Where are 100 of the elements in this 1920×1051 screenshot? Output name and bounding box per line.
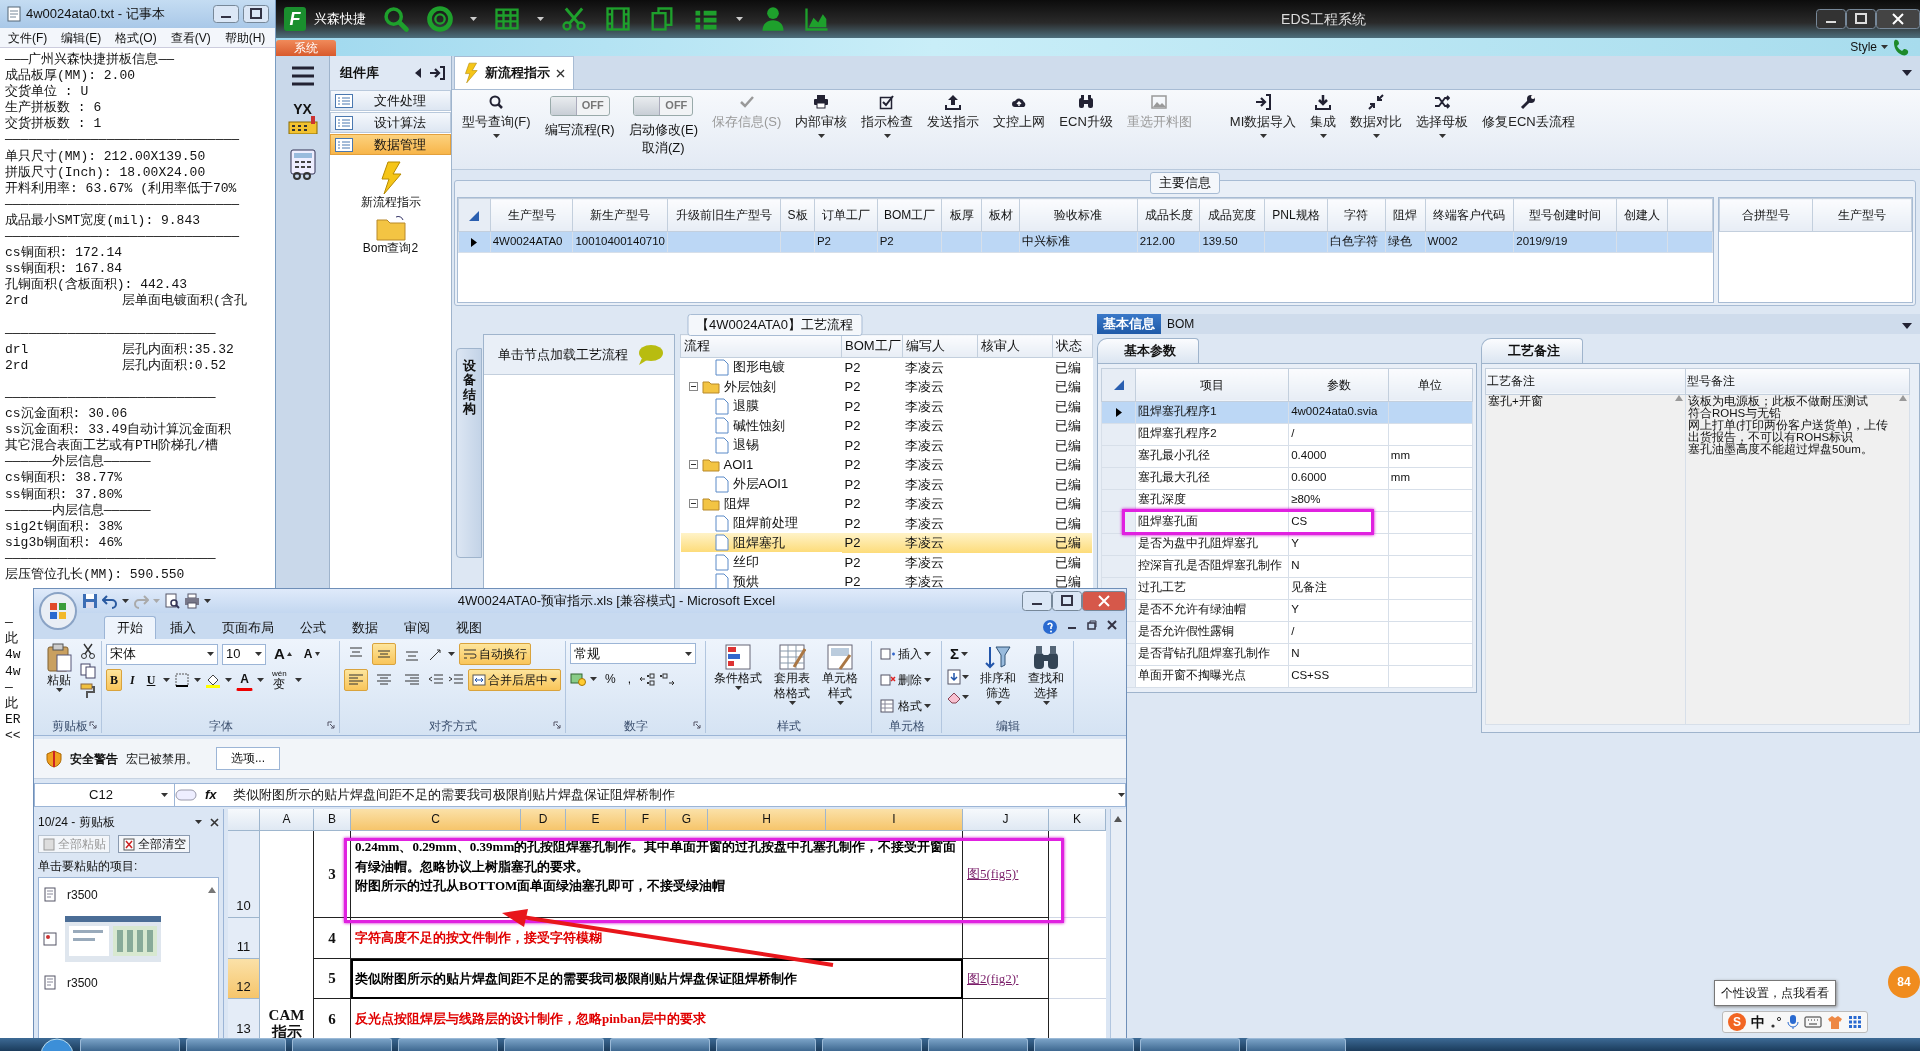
caret-icon[interactable] bbox=[817, 133, 825, 138]
taskbar-button[interactable] bbox=[1140, 1038, 1240, 1051]
tree-label[interactable]: 阻焊 bbox=[723, 494, 750, 514]
toolbar-button[interactable]: 选择母板 bbox=[1410, 94, 1475, 168]
tree-row[interactable]: 退膜 P2 李凌云 已编 bbox=[680, 396, 1093, 416]
style-button[interactable]: 条件格式 bbox=[710, 643, 766, 717]
tree-row[interactable]: 丝印 P2 李凌云 已编 bbox=[680, 552, 1093, 572]
taskbar-button[interactable] bbox=[1034, 1038, 1134, 1051]
scroll-up-icon[interactable] bbox=[208, 887, 216, 894]
taskbar-button[interactable] bbox=[80, 1038, 180, 1051]
decrease-decimal-icon[interactable] bbox=[659, 671, 675, 687]
tree-row[interactable]: AOI1 P2 李凌云 已编 bbox=[680, 455, 1093, 475]
ime-mode[interactable]: 中 bbox=[1751, 1011, 1765, 1033]
column-header[interactable]: 成品宽度 bbox=[1199, 198, 1265, 232]
side-tab[interactable]: 设备结构 bbox=[456, 348, 482, 558]
caret-icon[interactable] bbox=[1042, 701, 1050, 705]
caret-icon[interactable] bbox=[448, 652, 455, 656]
caret-icon[interactable] bbox=[1372, 133, 1380, 138]
taskbar-button[interactable] bbox=[186, 1038, 286, 1051]
caret-icon[interactable] bbox=[962, 695, 969, 699]
caret-icon[interactable] bbox=[1259, 133, 1267, 138]
toolbar-button[interactable]: 发送指示 bbox=[921, 94, 986, 168]
dialog-launcher-icon[interactable] bbox=[327, 721, 335, 729]
column-header[interactable]: 合拼型号 bbox=[1719, 198, 1813, 232]
microphone-icon[interactable] bbox=[1787, 1014, 1799, 1030]
caret-icon[interactable] bbox=[924, 704, 931, 708]
column-header[interactable]: 型号备注 bbox=[1685, 368, 1910, 394]
phonetic-button[interactable]: wén 变 bbox=[268, 669, 291, 691]
tab[interactable]: BOM bbox=[1161, 314, 1201, 334]
column-header[interactable]: 状态 bbox=[1052, 334, 1093, 357]
fill-down-icon[interactable] bbox=[946, 669, 962, 685]
column-header[interactable]: BOM工厂 bbox=[877, 198, 942, 232]
collapse-icon[interactable] bbox=[688, 499, 698, 509]
menu-item[interactable]: 编辑(E) bbox=[61, 28, 102, 47]
caret-icon[interactable] bbox=[550, 678, 557, 682]
column-header[interactable]: 升级前旧生产型号 bbox=[667, 198, 781, 232]
tree-label[interactable]: AOI1 bbox=[723, 455, 754, 475]
column-header[interactable]: 项目 bbox=[1135, 368, 1289, 401]
caret-icon[interactable] bbox=[122, 599, 129, 603]
minimize-button[interactable] bbox=[213, 5, 239, 23]
dialog-launcher-icon[interactable] bbox=[89, 721, 97, 729]
edit-button[interactable]: 排序和筛选 bbox=[976, 643, 1020, 717]
column-header[interactable]: 新生产型号 bbox=[572, 198, 668, 232]
column-header[interactable]: BOM工厂 bbox=[841, 334, 903, 357]
tree-row[interactable]: 阻焊 P2 李凌云 已编 bbox=[680, 494, 1093, 514]
column-header[interactable]: 终端客户代码 bbox=[1425, 198, 1514, 232]
caret-icon[interactable] bbox=[537, 17, 544, 21]
toolbar-button[interactable]: 数据对比 bbox=[1344, 94, 1409, 168]
lifebuoy-icon[interactable] bbox=[426, 5, 454, 33]
ribbon-tab[interactable]: 公式 bbox=[288, 617, 338, 639]
column-header[interactable]: B bbox=[314, 809, 351, 831]
film-icon[interactable] bbox=[604, 5, 632, 33]
ribbon-tab[interactable]: 视图 bbox=[444, 617, 494, 639]
print-preview-icon[interactable] bbox=[164, 593, 180, 609]
caret-icon[interactable] bbox=[590, 677, 597, 681]
style-button[interactable]: 套用表格格式 bbox=[770, 643, 814, 717]
toolbar-button[interactable]: 型号查询(F) bbox=[456, 94, 537, 168]
style-label[interactable]: Style bbox=[1850, 38, 1877, 56]
caret-icon[interactable] bbox=[1319, 133, 1327, 138]
edit-button[interactable]: 查找和选择 bbox=[1024, 643, 1068, 717]
ribbon-tab[interactable]: 页面布局 bbox=[210, 617, 286, 639]
column-header[interactable]: D bbox=[521, 809, 566, 831]
dropdown-icon[interactable] bbox=[1902, 322, 1912, 329]
column-header[interactable]: I bbox=[826, 809, 963, 831]
caret-icon[interactable] bbox=[294, 678, 302, 682]
restore-icon[interactable] bbox=[1086, 619, 1098, 631]
column-header[interactable]: C bbox=[351, 809, 521, 831]
column-header[interactable]: 流程 bbox=[680, 334, 842, 357]
caret-icon[interactable] bbox=[962, 675, 969, 679]
taskbar-button[interactable] bbox=[398, 1038, 498, 1051]
tree-label[interactable]: 图形电镀 bbox=[732, 357, 785, 377]
font-field[interactable]: 宋体 bbox=[106, 643, 218, 665]
collapse-icon[interactable] bbox=[688, 382, 698, 392]
column-header[interactable]: 字符 bbox=[1327, 198, 1386, 232]
caret-icon[interactable] bbox=[194, 678, 202, 682]
tree-label[interactable]: 阻焊前处理 bbox=[732, 513, 798, 533]
taskbar-button[interactable] bbox=[716, 1038, 816, 1051]
clipboard-item[interactable]: r3500 bbox=[43, 970, 214, 997]
font-color-button[interactable]: A bbox=[236, 669, 254, 691]
clipboard-item[interactable]: r3500 bbox=[43, 882, 214, 909]
caret-icon[interactable] bbox=[883, 133, 891, 138]
toolbar-button[interactable]: 内部审核 bbox=[789, 94, 854, 168]
caret-icon[interactable] bbox=[734, 686, 742, 690]
tab[interactable]: 基本参数 bbox=[1097, 338, 1199, 363]
row-header[interactable]: 12 bbox=[228, 959, 260, 999]
tree-row[interactable]: 阻焊塞孔 P2 李凌云 已编 bbox=[680, 533, 1093, 553]
number-format-button[interactable]: , bbox=[623, 668, 635, 690]
caret-icon[interactable] bbox=[225, 678, 233, 682]
calculator-icon[interactable] bbox=[287, 148, 318, 180]
merge-center-button[interactable]: 合并后居中 bbox=[468, 669, 561, 691]
caret-icon[interactable] bbox=[255, 652, 262, 656]
hyperlink[interactable]: 图5(fig5)' bbox=[967, 864, 1019, 884]
punctuation-icon[interactable] bbox=[1770, 1015, 1782, 1029]
tree-row[interactable]: 阻焊前处理 P2 李凌云 已编 bbox=[680, 513, 1093, 533]
menu-item[interactable]: 格式(O) bbox=[115, 28, 157, 47]
options-button[interactable]: 选项... bbox=[216, 747, 280, 770]
caret-icon[interactable] bbox=[685, 651, 692, 656]
hyperlink[interactable]: 图2(fig2)' bbox=[967, 968, 1019, 989]
caret-icon[interactable] bbox=[994, 701, 1002, 705]
align-button[interactable] bbox=[344, 669, 368, 691]
